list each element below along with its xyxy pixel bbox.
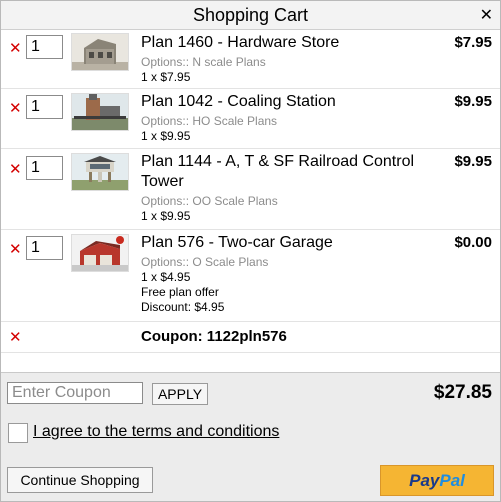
control-tower-thumbnail[interactable]: [71, 153, 129, 191]
item-name[interactable]: Plan 1042 - Coaling Station: [141, 92, 431, 112]
item-options: Options:: OO Scale Plans: [141, 194, 278, 208]
discount-text: Discount: $4.95: [141, 300, 225, 314]
item-qty-price: 1 x $7.95: [141, 70, 191, 84]
item-name[interactable]: Plan 1144 - A, T & SF Railroad Control T…: [141, 152, 431, 192]
item-price: $9.95: [454, 153, 492, 170]
applied-coupon-row: ✕ Coupon: 1122pln576: [1, 322, 500, 353]
cart-item: ✕ Plan 1144 - A, T & SF Railroad Control…: [1, 149, 500, 230]
cart-item: ✕ Plan 1042 - Coaling Station Options:: …: [1, 89, 500, 149]
paypal-logo-pal: Pal: [439, 471, 465, 490]
remove-coupon-icon[interactable]: ✕: [9, 328, 22, 346]
item-price: $9.95: [454, 93, 492, 110]
remove-item-icon[interactable]: ✕: [9, 240, 22, 258]
item-info: Plan 1042 - Coaling Station Options:: HO…: [141, 92, 431, 144]
paypal-logo-pay: Pay: [409, 471, 440, 490]
cart-item: ✕ Plan 576 - Two-car Garage Options:: O …: [1, 230, 500, 322]
quantity-input[interactable]: [26, 236, 63, 260]
item-info: Plan 1144 - A, T & SF Railroad Control T…: [141, 152, 431, 224]
quantity-input[interactable]: [26, 35, 63, 59]
coaling-station-thumbnail[interactable]: [71, 93, 129, 131]
title-bar: Shopping Cart ✕: [1, 1, 500, 30]
item-options: Options:: N scale Plans: [141, 55, 266, 69]
coupon-input[interactable]: [7, 382, 143, 404]
close-icon[interactable]: ✕: [480, 1, 493, 31]
item-qty-price: 1 x $9.95: [141, 129, 191, 143]
item-name[interactable]: Plan 576 - Two-car Garage: [141, 233, 431, 253]
item-qty-price: 1 x $9.95: [141, 209, 191, 223]
coupon-code: Coupon: 1122pln576: [141, 328, 287, 345]
item-options: Options:: O Scale Plans: [141, 255, 269, 269]
terms-link[interactable]: I agree to the terms and conditions: [33, 423, 279, 441]
apply-coupon-button[interactable]: APPLY: [152, 383, 208, 405]
free-plan-offer-text: Free plan offer: [141, 285, 219, 299]
cart-item: ✕ Plan 1460 - Hardware Store Options:: N…: [1, 30, 500, 89]
item-price: $7.95: [454, 34, 492, 51]
window-title: Shopping Cart: [192, 5, 309, 25]
cart-items-list: ✕ Plan 1460 - Hardware Store Options:: N…: [1, 30, 500, 371]
hardware-store-thumbnail[interactable]: [71, 33, 129, 71]
quantity-input[interactable]: [26, 156, 63, 180]
item-qty-price: 1 x $4.95: [141, 270, 191, 284]
terms-checkbox[interactable]: [8, 423, 28, 443]
cart-total: $27.85: [433, 382, 492, 403]
cart-footer: APPLY $27.85 I agree to the terms and co…: [1, 372, 500, 501]
paypal-button[interactable]: PayPal: [380, 465, 494, 496]
shopping-cart-window: Shopping Cart ✕ ✕ Plan 1460 - Hardware S…: [0, 0, 501, 502]
item-info: Plan 576 - Two-car Garage Options:: O Sc…: [141, 233, 431, 315]
remove-item-icon[interactable]: ✕: [9, 99, 22, 117]
continue-shopping-button[interactable]: Continue Shopping: [7, 467, 153, 493]
quantity-input[interactable]: [26, 95, 63, 119]
item-info: Plan 1460 - Hardware Store Options:: N s…: [141, 33, 431, 85]
remove-item-icon[interactable]: ✕: [9, 39, 22, 57]
garage-thumbnail[interactable]: [71, 234, 129, 272]
item-options: Options:: HO Scale Plans: [141, 114, 278, 128]
item-price: $0.00: [454, 234, 492, 251]
remove-item-icon[interactable]: ✕: [9, 160, 22, 178]
item-name[interactable]: Plan 1460 - Hardware Store: [141, 33, 431, 53]
